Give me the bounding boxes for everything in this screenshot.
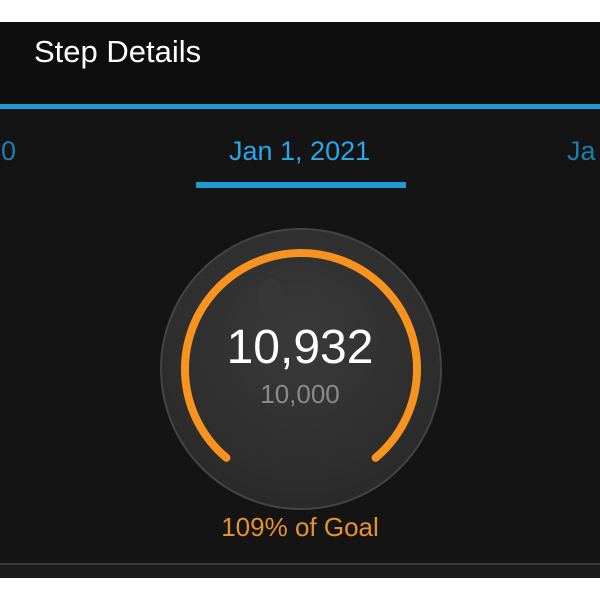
step-count: 10,932 xyxy=(226,321,374,374)
step-details-screen: Step Details 2020 Jan 1, 2021 Ja xyxy=(0,22,600,578)
page-title: Step Details xyxy=(34,34,202,69)
date-tab-next[interactable]: Ja xyxy=(567,135,596,167)
step-summary: 10,932 10,000 109% of Goal xyxy=(0,193,600,563)
step-progress-gauge xyxy=(160,228,442,510)
selected-date-indicator xyxy=(196,182,406,188)
step-goal: 10,000 xyxy=(260,379,340,409)
date-selector[interactable]: 2020 Jan 1, 2021 Ja xyxy=(0,109,600,193)
goal-percentage: 109% of Goal xyxy=(221,512,379,542)
app-header: Step Details xyxy=(0,22,600,104)
bottom-strip xyxy=(0,565,600,578)
date-tab-previous[interactable]: 2020 xyxy=(0,135,16,167)
date-tab-current[interactable]: Jan 1, 2021 xyxy=(229,135,370,167)
